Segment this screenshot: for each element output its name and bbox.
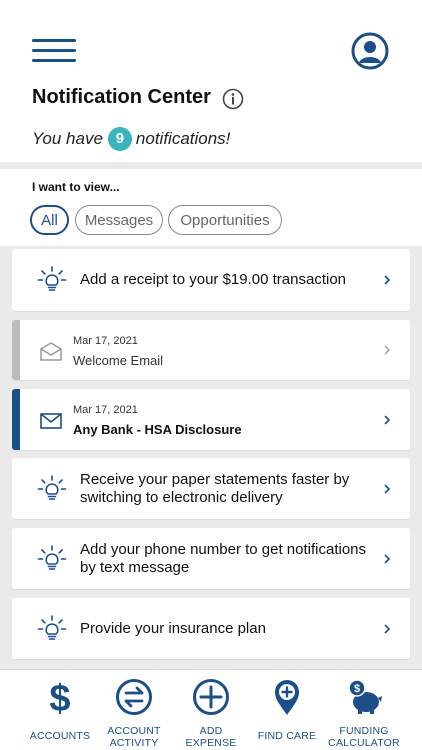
notification-date: Mar 17, 2021 bbox=[73, 335, 138, 347]
notification-text: Receive your paper statements faster by … bbox=[80, 471, 350, 506]
svg-text:$: $ bbox=[354, 683, 360, 695]
chevron-right-icon bbox=[384, 345, 391, 355]
notification-title: Any Bank - HSA Disclosure bbox=[73, 422, 242, 437]
svg-text:$: $ bbox=[49, 678, 70, 716]
map-pin-plus-icon bbox=[275, 680, 299, 715]
notification-card-paper-statements[interactable]: Receive your paper statements faster by … bbox=[12, 458, 410, 519]
notification-summary: You have 9 notifications! bbox=[32, 127, 230, 151]
notification-text: Add a receipt to your $19.00 transaction bbox=[80, 271, 347, 288]
exchange-icon bbox=[116, 679, 152, 715]
tab-label: ACCOUNTS bbox=[29, 730, 91, 742]
notification-card-receipt[interactable]: Add a receipt to your $19.00 transaction bbox=[12, 249, 410, 311]
filter-chip-opportunities[interactable]: Opportunities bbox=[168, 205, 282, 235]
unread-indicator-stripe bbox=[12, 389, 20, 450]
notification-count-badge: 9 bbox=[107, 127, 132, 151]
tab-label: FIND CARE bbox=[257, 730, 317, 742]
filter-label: I want to view... bbox=[32, 180, 120, 194]
tab-add-expense[interactable]: ADD EXPENSE bbox=[169, 670, 253, 750]
notification-card-hsa-disclosure[interactable]: Mar 17, 2021 Any Bank - HSA Disclosure bbox=[12, 389, 410, 450]
info-icon[interactable] bbox=[222, 88, 244, 110]
lightbulb-icon bbox=[37, 474, 67, 500]
lightbulb-icon bbox=[37, 266, 67, 291]
tab-label-line-1: ADD bbox=[199, 725, 223, 737]
notification-text: Provide your insurance plan bbox=[80, 620, 266, 637]
chevron-right-icon bbox=[384, 553, 391, 564]
profile-avatar-icon[interactable] bbox=[351, 32, 389, 70]
envelope-open-icon bbox=[40, 342, 62, 361]
lightbulb-icon bbox=[37, 544, 67, 570]
notification-title: Welcome Email bbox=[73, 353, 164, 368]
piggy-bank-icon: $ bbox=[348, 679, 382, 714]
notification-card-insurance-plan[interactable]: Provide your insurance plan bbox=[12, 598, 410, 659]
tab-label-line-2: EXPENSE bbox=[185, 737, 237, 749]
chevron-right-icon bbox=[384, 483, 391, 494]
tab-label-line-1: ACCOUNT bbox=[107, 725, 161, 737]
envelope-icon bbox=[40, 413, 62, 429]
dollar-icon: $ bbox=[49, 678, 70, 716]
chevron-right-icon bbox=[384, 275, 391, 285]
notification-text: Add your phone number to get notificatio… bbox=[80, 541, 367, 576]
notification-card-welcome-email[interactable]: Mar 17, 2021 Welcome Email bbox=[12, 320, 410, 380]
summary-suffix: notifications! bbox=[135, 129, 231, 148]
tab-accounts[interactable]: $ ACCOUNTS bbox=[18, 670, 102, 750]
tab-label-line-2: ACTIVITY bbox=[109, 737, 159, 749]
filter-chip-all[interactable]: All bbox=[30, 205, 69, 235]
lightbulb-icon bbox=[37, 614, 67, 640]
filter-panel: I want to view... All Messages Opportuni… bbox=[0, 169, 422, 246]
tab-label-line-2: CALCULATOR bbox=[328, 737, 400, 749]
header: Notification Center You have 9 notificat… bbox=[0, 0, 422, 162]
bottom-tab-bar: $ ACCOUNTS ACCOUNT ACTIVITY ADD EXPENSE … bbox=[0, 669, 422, 750]
tab-label-line-1: FUNDING bbox=[339, 725, 389, 737]
tab-account-activity[interactable]: ACCOUNT ACTIVITY bbox=[92, 670, 176, 750]
notification-date: Mar 17, 2021 bbox=[73, 404, 138, 416]
chevron-right-icon bbox=[384, 414, 391, 425]
summary-prefix: You have bbox=[32, 129, 103, 148]
menu-icon[interactable] bbox=[32, 39, 76, 63]
tab-funding-calculator[interactable]: $ FUNDING CALCULATOR bbox=[322, 670, 406, 750]
filter-chip-messages[interactable]: Messages bbox=[75, 205, 163, 235]
notification-card-phone-number[interactable]: Add your phone number to get notificatio… bbox=[12, 528, 410, 589]
plus-circle-icon bbox=[193, 679, 229, 715]
tab-find-care[interactable]: FIND CARE bbox=[245, 670, 329, 750]
page-title: Notification Center bbox=[32, 86, 211, 108]
read-indicator-stripe bbox=[12, 320, 20, 380]
chevron-right-icon bbox=[384, 623, 391, 634]
